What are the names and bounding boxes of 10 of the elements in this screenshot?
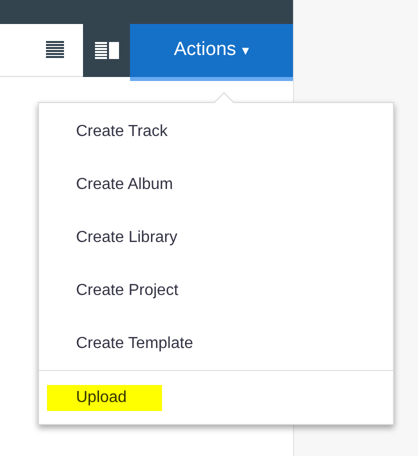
menu-item[interactable]: Create Library — [47, 224, 212, 250]
split-view-icon — [94, 40, 120, 60]
actions-button[interactable]: Actions ▾ — [130, 24, 293, 77]
menu-item[interactable]: Create Album — [47, 172, 208, 198]
list-view-icon — [45, 40, 65, 60]
menu-item[interactable]: Create Template — [47, 330, 228, 356]
menu-item[interactable]: Create Project — [47, 278, 214, 304]
view-toggle[interactable] — [83, 24, 130, 77]
menu-item[interactable]: Create Track — [47, 118, 203, 144]
menu-item[interactable]: Upload — [47, 384, 162, 410]
